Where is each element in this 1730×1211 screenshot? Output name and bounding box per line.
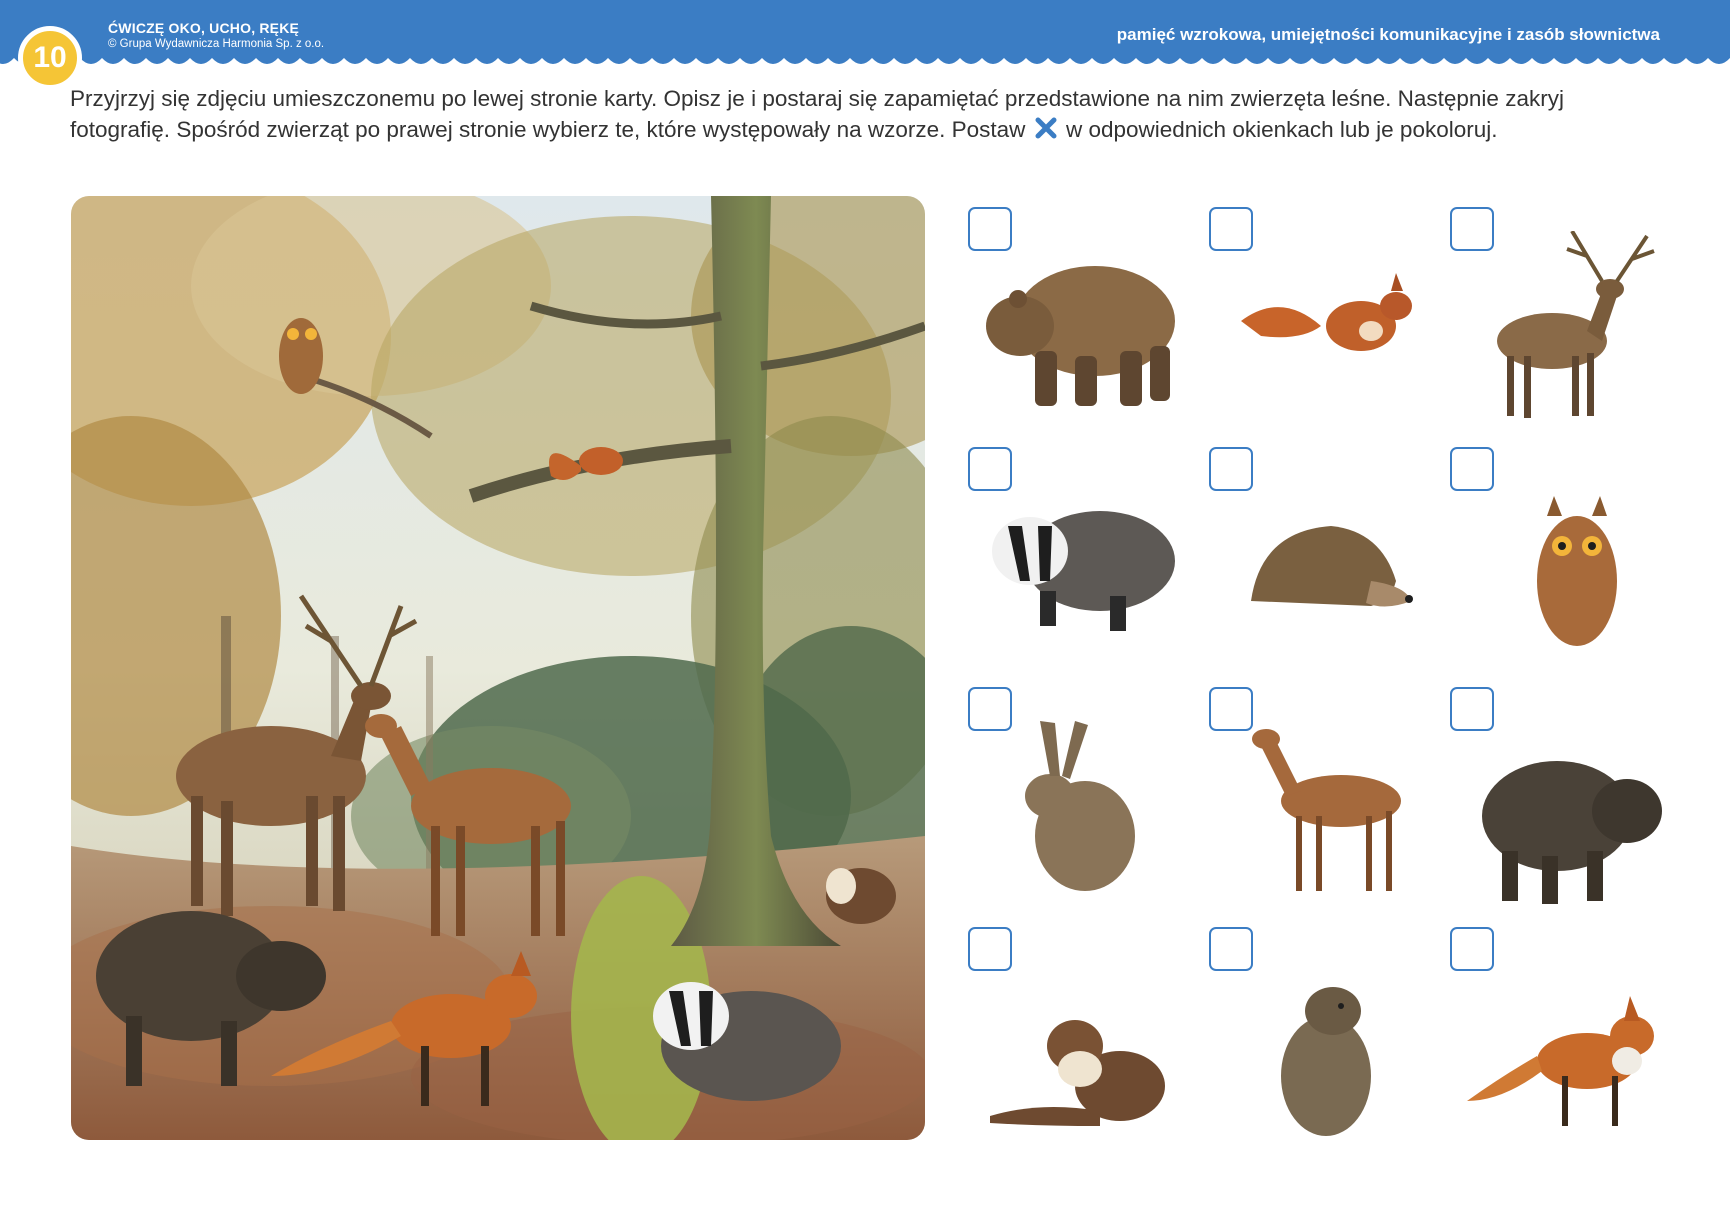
choice-squirrel bbox=[1209, 207, 1444, 443]
squirrel-icon bbox=[1241, 273, 1412, 351]
instructions-part-2: w odpowiednich okienkach lub je pokoloru… bbox=[1065, 117, 1498, 142]
badger-icon bbox=[992, 511, 1175, 631]
skills-title: pamięć wzrokowa, umiejętności komunikacy… bbox=[1116, 25, 1660, 44]
marten-icon bbox=[990, 1020, 1165, 1126]
roe-deer-icon bbox=[1252, 729, 1401, 891]
x-mark-icon bbox=[1034, 116, 1058, 148]
choice-wild-boar bbox=[1450, 687, 1685, 923]
photo-marten bbox=[826, 868, 896, 924]
choice-red-deer-stag bbox=[1450, 207, 1685, 443]
page-number-badge: 10 bbox=[18, 26, 82, 90]
owl-icon bbox=[1537, 496, 1617, 646]
animal-choices-grid bbox=[968, 207, 1688, 1147]
series-title: ĆWICZĘ OKO, UCHO, RĘKĘ bbox=[108, 20, 300, 36]
choice-bear bbox=[968, 207, 1203, 443]
bear-icon bbox=[986, 266, 1175, 406]
choice-hedgehog bbox=[1209, 447, 1444, 683]
choice-roe-deer bbox=[1209, 687, 1444, 923]
copyright-text: © Grupa Wydawnicza Harmonia Sp. z o.o. bbox=[108, 38, 325, 50]
choice-marmot bbox=[1209, 927, 1444, 1163]
forest-photo bbox=[71, 196, 925, 1140]
marmot-icon bbox=[1281, 987, 1371, 1136]
photo-owl bbox=[279, 318, 323, 394]
red-deer-stag-icon bbox=[1497, 231, 1655, 418]
instructions-text: Przyjrzyj się zdjęciu umieszczonemu po l… bbox=[70, 83, 1670, 148]
choice-hare bbox=[968, 687, 1203, 923]
choice-marten bbox=[968, 927, 1203, 1163]
choice-owl bbox=[1450, 447, 1685, 683]
fox-icon bbox=[1467, 996, 1654, 1126]
choice-badger bbox=[968, 447, 1203, 683]
hare-icon bbox=[1025, 721, 1135, 891]
choice-fox bbox=[1450, 927, 1685, 1163]
wild-boar-icon bbox=[1482, 761, 1662, 904]
header-band: 10 ĆWICZĘ OKO, UCHO, RĘKĘ © Grupa Wydawn… bbox=[0, 0, 1730, 90]
hedgehog-icon bbox=[1251, 526, 1413, 607]
